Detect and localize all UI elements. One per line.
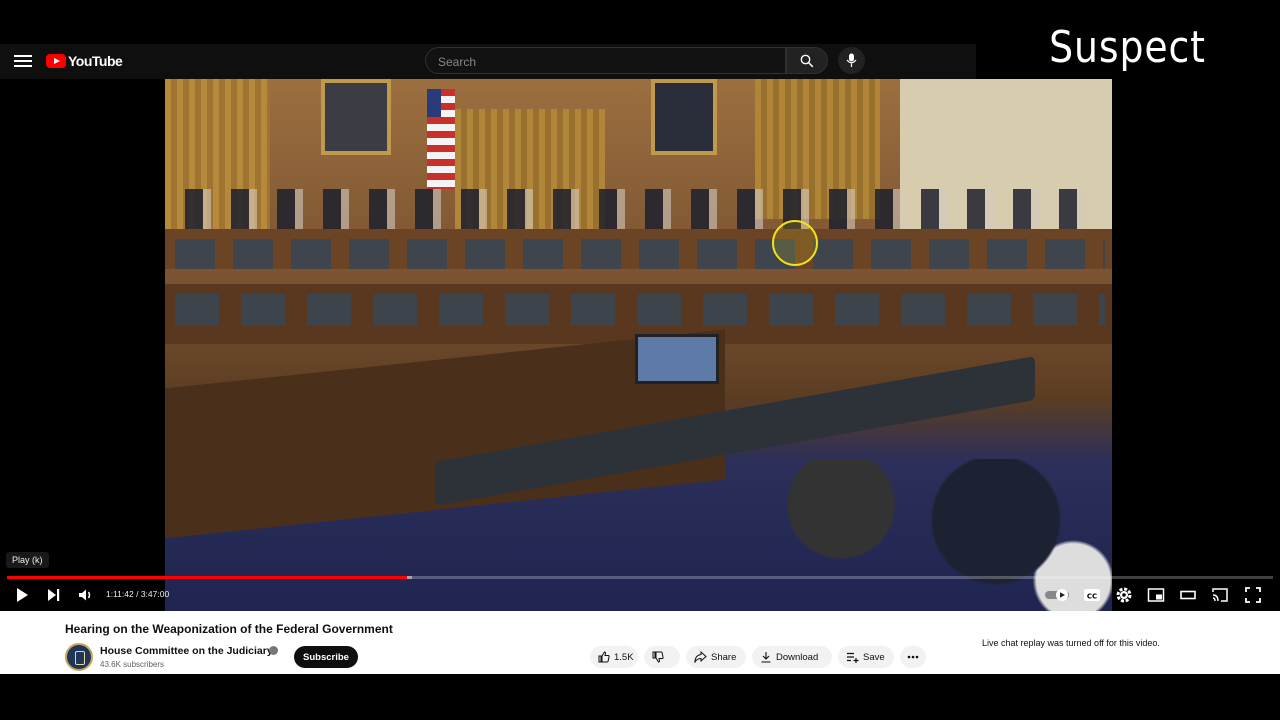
more-icon: [907, 655, 919, 659]
save-label: Save: [863, 651, 885, 663]
theater-button[interactable]: [1178, 585, 1198, 605]
autoplay-toggle[interactable]: [1044, 585, 1072, 605]
chairs-row-2: [175, 294, 1105, 326]
download-icon: [761, 652, 771, 663]
more-actions-button[interactable]: [900, 646, 926, 668]
miniplayer-button[interactable]: [1146, 585, 1166, 605]
cast-icon: [1212, 588, 1228, 602]
menu-icon[interactable]: [14, 52, 32, 70]
svg-text:CC: CC: [1087, 593, 1097, 601]
settings-icon: [1116, 587, 1132, 603]
committee-members: [185, 189, 1105, 229]
autoplay-toggle-icon: [1045, 589, 1069, 601]
live-chat-status: Live chat replay was turned off for this…: [982, 638, 1160, 648]
time-display: 1:11:42 / 3:47:00: [106, 589, 170, 599]
portrait-left: [321, 79, 391, 155]
like-button[interactable]: 1.5K: [590, 646, 638, 668]
save-button[interactable]: Save: [838, 646, 894, 668]
like-count: 1.5K: [614, 651, 634, 663]
search-icon: [800, 54, 814, 68]
volume-button[interactable]: [76, 585, 96, 605]
youtube-logo-icon: [46, 54, 66, 68]
play-button[interactable]: [12, 585, 32, 605]
video-player[interactable]: Play (k) 1:11:42 / 3:47:00 CC: [0, 79, 1280, 611]
theater-icon: [1180, 590, 1196, 600]
share-button[interactable]: Share: [686, 646, 746, 668]
volume-icon: [79, 589, 91, 601]
mic-icon: [846, 53, 857, 67]
logo-text: YouTube: [68, 53, 123, 69]
video-title: Hearing on the Weaponization of the Fede…: [65, 622, 393, 636]
download-label: Download: [776, 651, 819, 663]
voice-search-button[interactable]: [838, 47, 865, 74]
download-button[interactable]: Download: [752, 646, 832, 668]
fullscreen-button[interactable]: [1243, 585, 1263, 605]
channel-name[interactable]: House Committee on the Judiciary: [100, 645, 273, 657]
subtitles-icon: CC: [1084, 589, 1100, 601]
next-button[interactable]: [44, 585, 64, 605]
channel-avatar[interactable]: [65, 643, 93, 671]
top-bar: YouTube: [0, 44, 976, 79]
youtube-watch-page: Suspect Sky YouTube: [0, 0, 1280, 720]
video-frame: [165, 79, 1112, 611]
video-info: Hearing on the Weaponization of the Fede…: [0, 611, 1280, 674]
portrait-right: [651, 79, 717, 155]
subscribe-button[interactable]: Subscribe: [294, 646, 358, 668]
fullscreen-icon: [1245, 587, 1261, 603]
share-icon: [694, 651, 707, 663]
play-tooltip: Play (k): [6, 552, 49, 568]
cast-button[interactable]: [1210, 585, 1230, 605]
dislike-button[interactable]: [644, 646, 680, 668]
thumbs-up-icon: [598, 651, 610, 663]
search-button[interactable]: [786, 47, 828, 74]
american-flag: [427, 89, 455, 189]
progress-bar[interactable]: [7, 576, 1273, 579]
miniplayer-icon: [1147, 588, 1165, 602]
share-label: Share: [711, 651, 737, 663]
youtube-logo[interactable]: YouTube: [46, 52, 123, 70]
subscriber-count: 43.6K subscribers: [100, 660, 165, 669]
save-icon: [847, 652, 859, 663]
settings-button[interactable]: [1114, 585, 1134, 605]
chairs-row-1: [175, 239, 1105, 269]
subtitles-button[interactable]: CC: [1082, 585, 1102, 605]
cursor-highlight: [772, 220, 818, 266]
played-bar: [7, 576, 408, 579]
monitor-screen: [635, 334, 719, 384]
search-box: [425, 47, 786, 74]
verified-icon: [269, 646, 278, 655]
play-icon: [17, 588, 28, 602]
next-icon: [48, 589, 60, 601]
search-input[interactable]: [438, 53, 768, 70]
thumbs-down-icon: [652, 651, 664, 663]
